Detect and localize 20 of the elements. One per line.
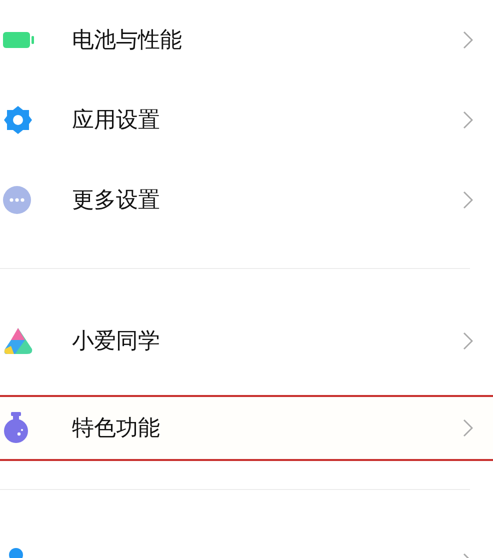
settings-item[interactable]: 小爱同学 [0, 301, 493, 381]
chevron-icon [463, 191, 473, 209]
chevron-icon [463, 419, 473, 437]
item-label: 应用设置 [72, 107, 161, 135]
item-label: 小爱同学 [72, 328, 161, 356]
settings-item[interactable]: 特色功能 [0, 395, 493, 461]
battery-icon [3, 32, 35, 48]
item-label: 特色功能 [72, 415, 161, 443]
triangle-icon [3, 327, 33, 355]
chevron-icon [463, 332, 473, 350]
settings-item[interactable]: 应用设置 [0, 80, 493, 160]
settings-icon [3, 105, 33, 135]
more-icon [3, 186, 31, 214]
settings-item[interactable]: 电池与性能 [0, 0, 493, 80]
chevron-icon [463, 111, 473, 129]
item-label: 更多设置 [72, 187, 161, 215]
settings-item[interactable]: 更多设置 [0, 160, 493, 240]
chevron-icon [463, 31, 473, 49]
item-label: 电池与性能 [72, 27, 183, 55]
flask-icon [3, 412, 29, 444]
